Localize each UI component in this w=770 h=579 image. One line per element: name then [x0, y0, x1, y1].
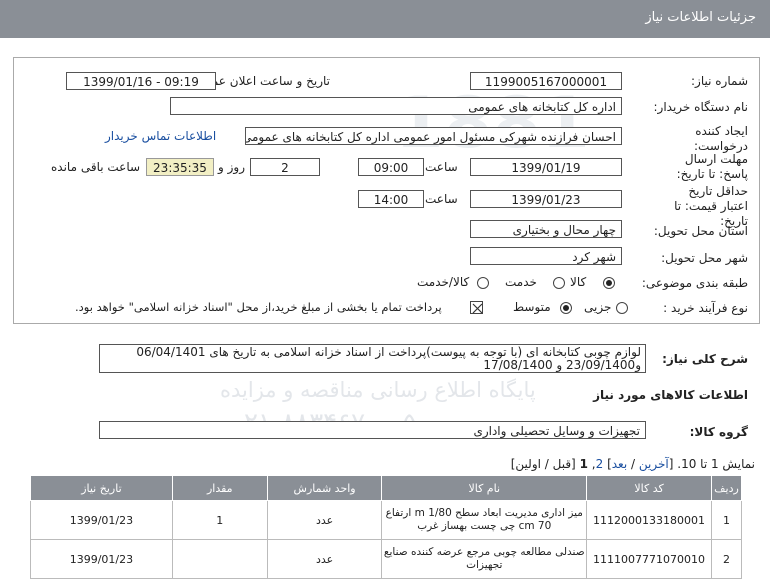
header-name: نام کالا — [381, 475, 588, 501]
description-box: لوازم چوبی کتابخانه ای (با توجه به پیوست… — [99, 344, 646, 373]
validity-time-label: ساعت — [425, 192, 458, 206]
process-label: نوع فرآیند خرید : — [663, 301, 748, 315]
treasury-payment-checkbox[interactable] — [470, 301, 483, 314]
pagination-next-link[interactable]: بعد — [612, 457, 627, 471]
buyer-contact-link[interactable]: اطلاعات تماس خریدار — [105, 129, 216, 143]
need-number-label: شماره نیاز: — [691, 74, 748, 88]
province-label: استان محل تحویل: — [653, 224, 748, 238]
description-label: شرح کلی نیاز: — [662, 352, 748, 366]
treasury-payment-note: پرداخت تمام یا بخشی از مبلغ خرید،از محل … — [75, 300, 442, 314]
category-both-label: کالا/خدمت — [417, 275, 470, 289]
goods-section-title: اطلاعات کالاهای مورد نیاز — [593, 388, 748, 402]
goods-group-label: گروه کالا: — [689, 425, 748, 439]
goods-table-wrap: ردیف کد کالا نام کالا واحد شمارش مقدار ت… — [30, 475, 742, 579]
process-small-radio[interactable] — [616, 302, 628, 314]
header-index: ردیف — [711, 475, 742, 501]
process-medium-radio[interactable] — [560, 302, 572, 314]
creator-label: ایجاد کننده درخواست: — [694, 124, 748, 153]
cell-qty — [171, 539, 268, 579]
pagination-page-1: 1 — [579, 457, 588, 471]
remaining-label: ساعت باقی مانده — [51, 160, 141, 174]
pagination-prefix: نمایش 1 تا 10. — [677, 457, 755, 471]
header-code: کد کالا — [586, 475, 713, 501]
cell-index: 2 — [711, 539, 742, 579]
validity-label: حداقل تاریخ اعتبار قیمت: تا تاریخ: — [674, 184, 748, 228]
city-label: شهر محل تحویل: — [661, 251, 748, 265]
pagination-page-2[interactable]: 2 — [596, 457, 604, 471]
page-title: جزئیات اطلاعات نیاز — [645, 10, 756, 25]
cell-name: صندلی مطالعه چوبی مرجع عرضه کننده صنایع … — [381, 539, 588, 579]
process-medium-label: متوسط — [513, 300, 551, 314]
pagination: نمایش 1 تا 10. [آخرین / بعد] 2, 1 [قبل /… — [510, 457, 755, 471]
cell-qty: 1 — [171, 500, 268, 540]
city-field: شهر کرد — [470, 247, 622, 265]
reply-time-field: 09:00 — [358, 158, 424, 176]
category-service-label: خدمت — [505, 275, 537, 289]
need-number-field: 1199005167000001 — [470, 72, 622, 90]
category-goods-label: کالا — [570, 275, 587, 289]
cell-date: 1399/01/23 — [30, 500, 173, 540]
header-unit: واحد شمارش — [266, 475, 383, 501]
cell-unit: عدد — [266, 539, 383, 579]
watermark-line1: پایگاه اطلاع رسانی مناقصه و مزایده — [220, 378, 536, 402]
goods-group-field: تجهیزات و وسایل تحصیلی واداری — [99, 421, 646, 439]
cell-date: 1399/01/23 — [30, 539, 173, 579]
reply-deadline-label: مهلت ارسال پاسخ: تا تاریخ: — [676, 152, 748, 181]
table-row: 1 1112000133180001 میز اداری مدیریت ابعا… — [30, 500, 742, 540]
reply-time-label: ساعت — [425, 160, 458, 174]
remaining-time-field: 23:35:35 — [146, 158, 214, 176]
cell-code: 1111007771070010 — [586, 539, 713, 579]
description-line2: و23/09/1400 و 17/08/1400 — [483, 358, 641, 372]
table-header-row: ردیف کد کالا نام کالا واحد شمارش مقدار ت… — [30, 475, 742, 501]
cell-code: 1112000133180001 — [586, 500, 713, 540]
page-header: جزئیات اطلاعات نیاز — [0, 0, 770, 38]
process-small-label: جزیی — [584, 300, 612, 314]
cell-index: 1 — [711, 500, 742, 540]
validity-time-field: 14:00 — [358, 190, 424, 208]
cell-name: میز اداری مدیریت ابعاد سطح m 1/80 ارتفاع… — [381, 500, 588, 540]
cell-unit: عدد — [266, 500, 383, 540]
pagination-rest: [قبل / اولین] — [510, 457, 576, 471]
check-icon — [472, 303, 483, 314]
header-qty: مقدار — [171, 475, 268, 501]
category-goods-radio[interactable] — [603, 277, 615, 289]
province-field: چهار محال و بختیاری — [470, 220, 622, 238]
category-label: طبقه بندی موضوعی: — [641, 276, 748, 290]
buyer-org-field: اداره کل کتابخانه های عمومی — [170, 97, 622, 115]
category-service-radio[interactable] — [553, 277, 565, 289]
header-date: تاریخ نیاز — [30, 475, 173, 501]
category-both-radio[interactable] — [477, 277, 489, 289]
table-row: 2 1111007771070010 صندلی مطالعه چوبی مرج… — [30, 539, 742, 579]
days-label: روز و — [218, 160, 245, 174]
creator-field: احسان فرازنده شهرکی مسئول امور عمومی ادا… — [245, 127, 622, 145]
pagination-last-link[interactable]: آخرین — [639, 457, 669, 471]
watermark-logo: 1881 — [395, 82, 590, 164]
validity-date-field: 1399/01/23 — [470, 190, 622, 208]
goods-table: ردیف کد کالا نام کالا واحد شمارش مقدار ت… — [30, 475, 742, 579]
days-field: 2 — [250, 158, 320, 176]
buyer-org-label: نام دستگاه خریدار: — [653, 100, 749, 114]
announce-datetime-field: 1399/01/16 - 09:19 — [66, 72, 216, 90]
reply-date-field: 1399/01/19 — [470, 158, 622, 176]
